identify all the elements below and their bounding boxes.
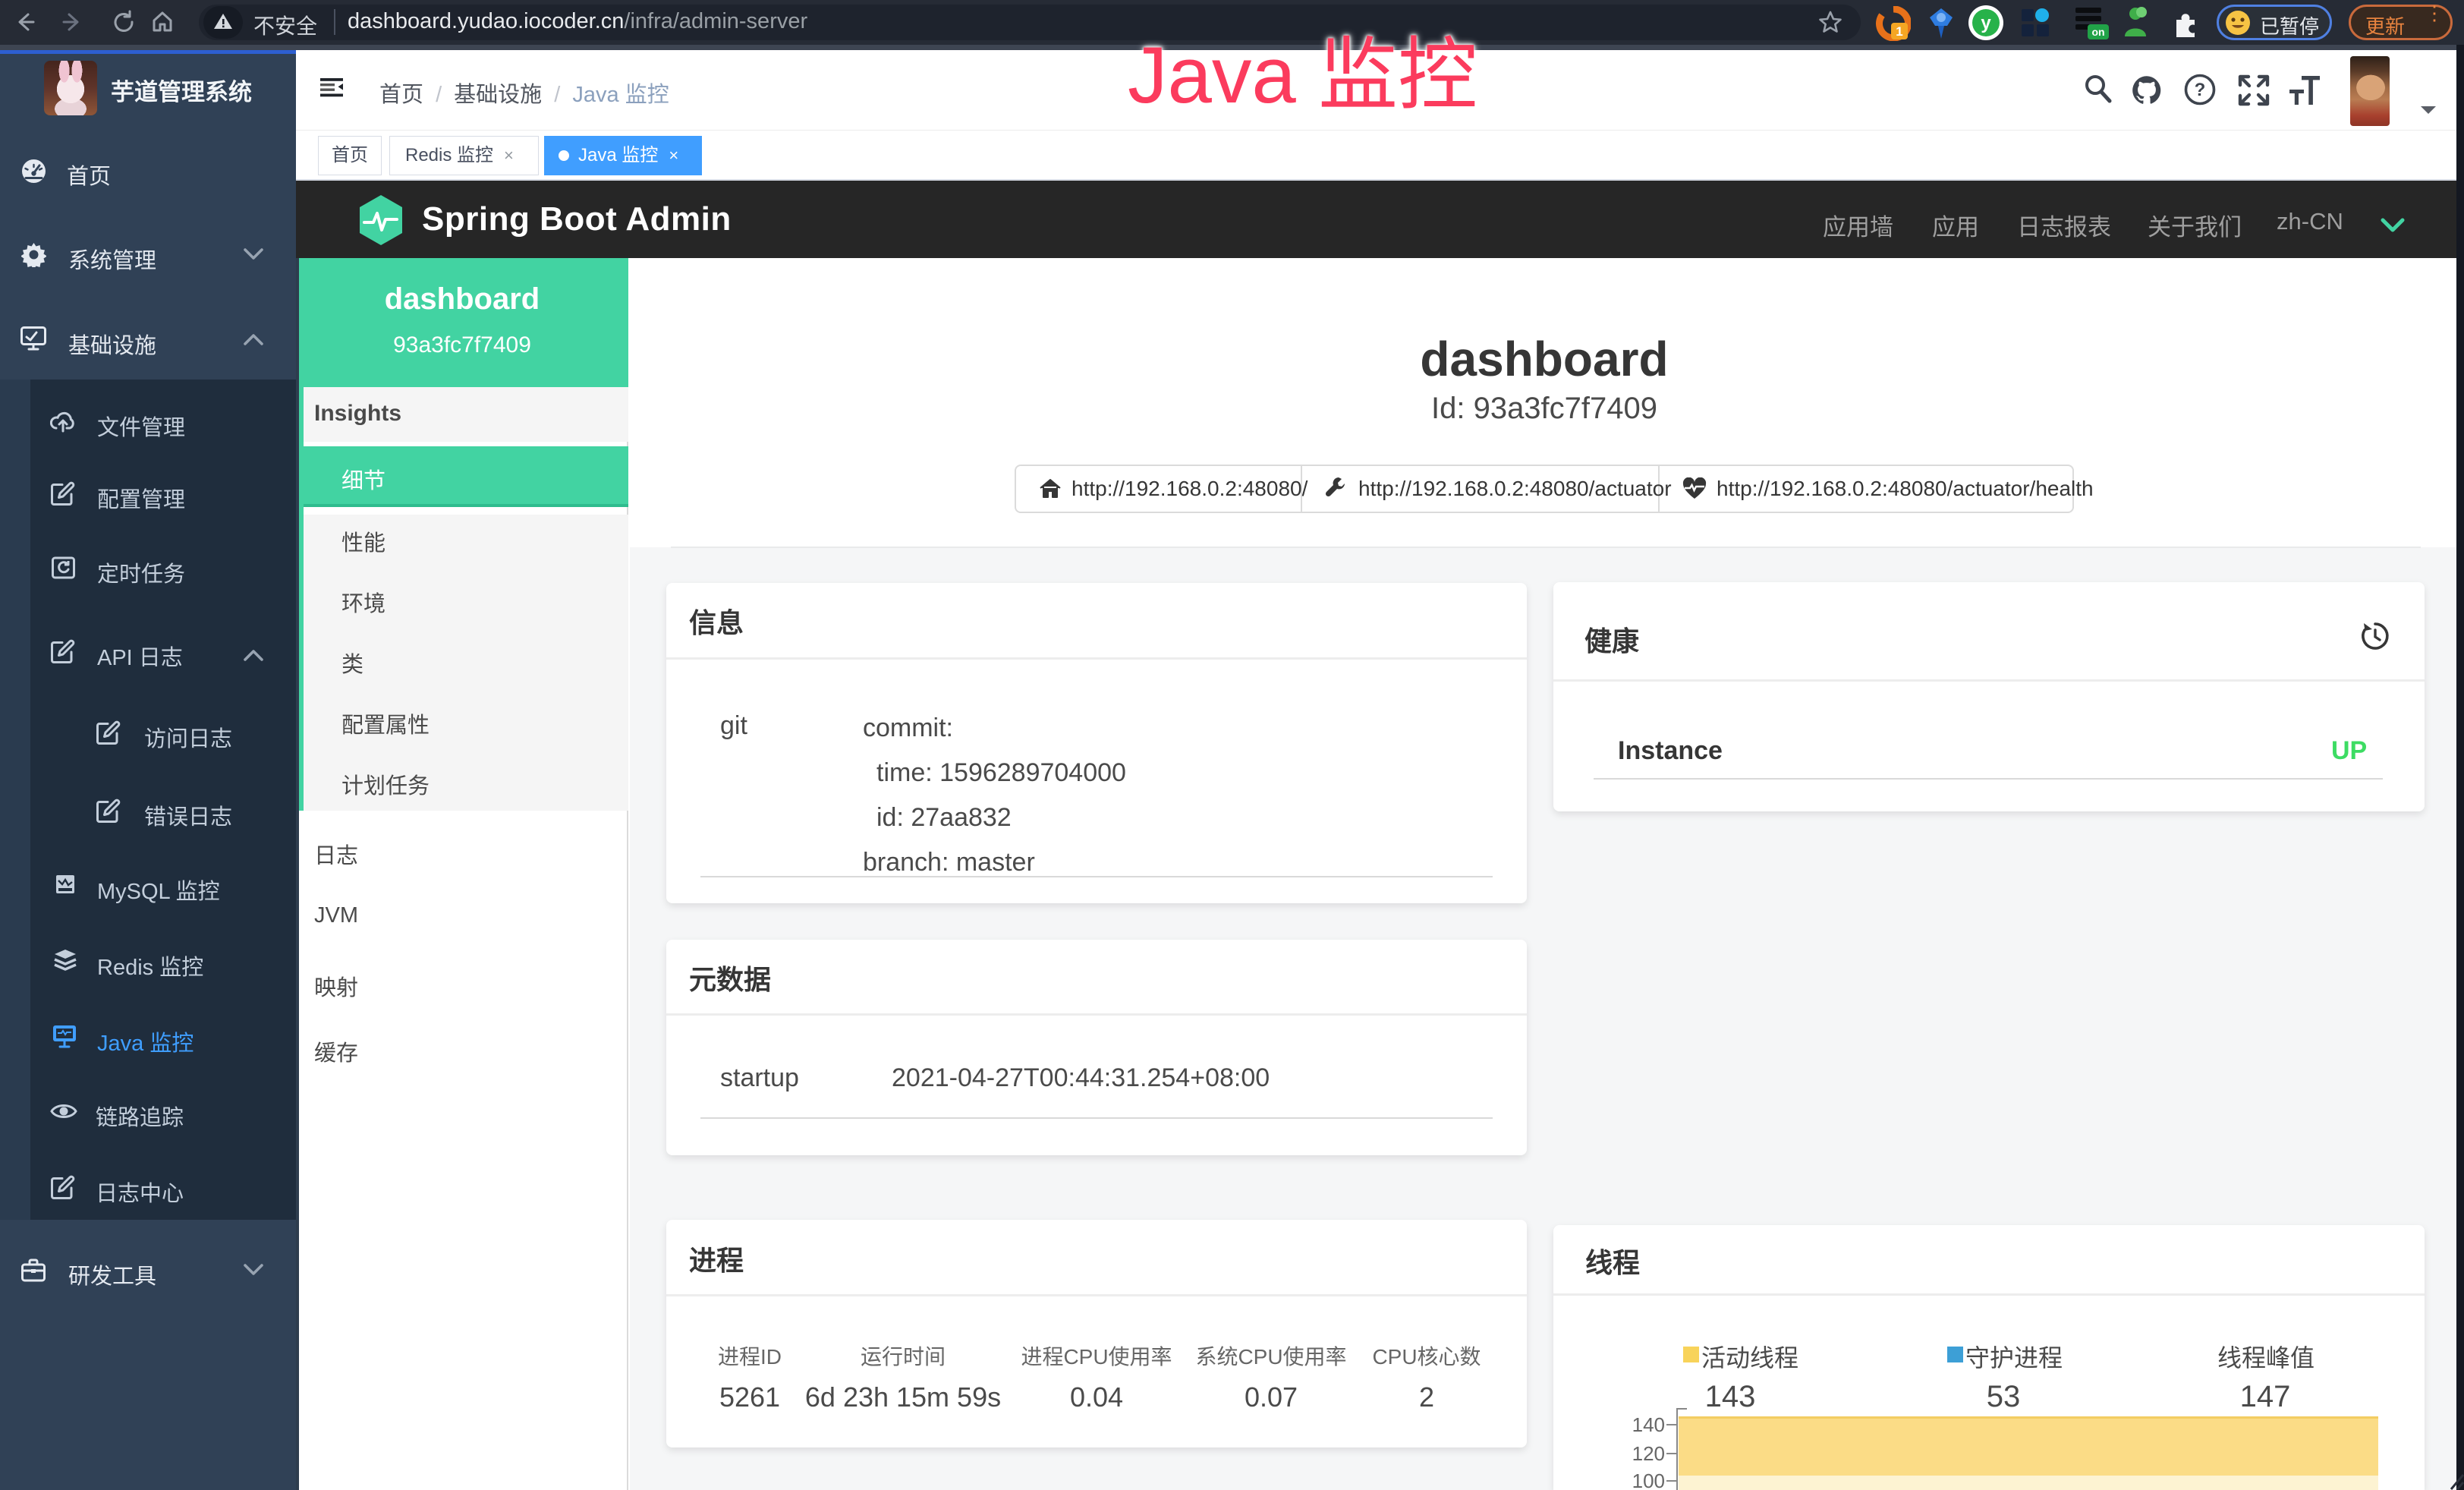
svg-text:1: 1 [1896,24,1902,39]
svg-text:y: y [1981,13,1991,33]
svg-text:?: ? [2195,80,2206,100]
svg-text:on: on [2091,26,2104,38]
